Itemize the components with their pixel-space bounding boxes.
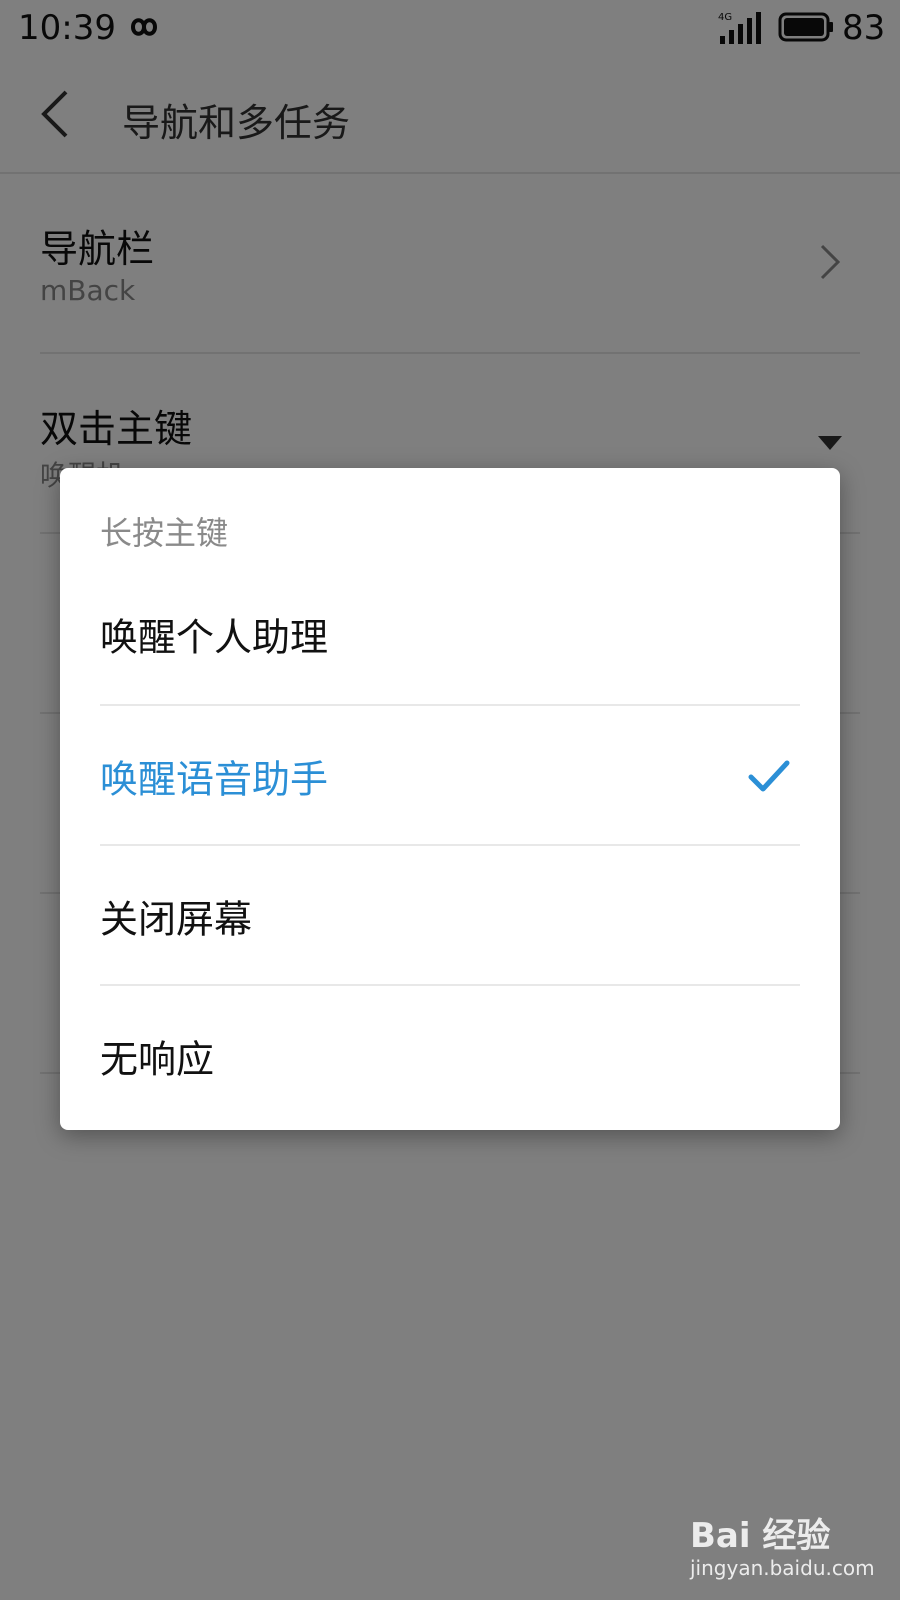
option-label: 唤醒语音助手 (100, 757, 329, 802)
option-personal-assistant[interactable]: 唤醒个人助理 (100, 564, 800, 704)
baidu-jingyan-watermark: Bai 经验 jingyan.baidu.com (690, 1508, 875, 1586)
watermark-brand: Bai 经验 (690, 1516, 831, 1556)
dialog-title: 长按主键 (100, 514, 229, 552)
option-label: 唤醒个人助理 (100, 615, 329, 660)
check-icon (748, 760, 790, 792)
long-press-home-dialog: 长按主键 唤醒个人助理 唤醒语音助手 关闭屏幕 无响应 (60, 468, 840, 1130)
option-label: 关闭屏幕 (100, 897, 253, 942)
option-voice-assistant[interactable]: 唤醒语音助手 (100, 704, 800, 846)
option-label: 无响应 (100, 1037, 215, 1082)
option-no-response[interactable]: 无响应 (100, 984, 800, 1126)
watermark-url: jingyan.baidu.com (690, 1556, 875, 1580)
option-turn-off-screen[interactable]: 关闭屏幕 (100, 844, 800, 986)
